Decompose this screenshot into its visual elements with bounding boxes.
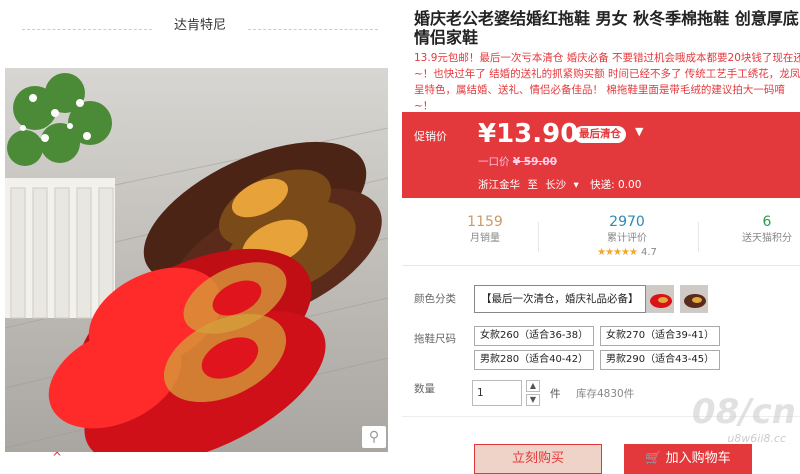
- color-thumb-brown[interactable]: [680, 285, 708, 313]
- ship-to-word: 至: [527, 179, 538, 191]
- rating: ★★★★★ 4.7: [562, 246, 692, 260]
- stat-points: 6 送天猫积分: [702, 212, 800, 246]
- chevron-up-icon[interactable]: ^: [52, 451, 66, 463]
- points-count: 6: [762, 214, 772, 230]
- quantity-label: 数量: [414, 383, 435, 395]
- chevron-down-icon[interactable]: ▾: [574, 179, 579, 191]
- stats-bar: 1159 月销量 2970 累计评价 ★★★★★ 4.7 6 送天猫积分: [402, 208, 800, 266]
- quantity-input[interactable]: 1: [472, 380, 522, 406]
- color-thumb-red[interactable]: [646, 285, 674, 313]
- product-subtitle: 13.9元包邮！最后一次亏本清仓 婚庆必备 不要错过机会哦成本都要20块钱了现在…: [414, 52, 800, 112]
- size-option[interactable]: 女款270（适合39-41）: [600, 326, 721, 346]
- buy-now-button[interactable]: 立刻购买: [474, 444, 602, 474]
- shipping-info: 浙江金华 至 长沙 ▾ 快递: 0.00: [478, 177, 645, 192]
- divider: [248, 29, 378, 30]
- slippers-illustration: [5, 68, 388, 452]
- points-label: 送天猫积分: [742, 233, 792, 244]
- ship-to-select[interactable]: 长沙 ▾: [545, 179, 583, 191]
- red-slipper-thumbnail: [647, 286, 673, 312]
- decrease-quantity-button[interactable]: ▼: [526, 394, 540, 406]
- promo-badge[interactable]: 最后清仓: [574, 126, 626, 143]
- add-to-cart-button[interactable]: 🛒 加入购物车: [624, 444, 752, 474]
- stat-reviews[interactable]: 2970 累计评价 ★★★★★ 4.7: [562, 212, 692, 260]
- magnifier-icon[interactable]: ⚲: [362, 426, 386, 448]
- ship-to[interactable]: 长沙: [545, 179, 566, 191]
- original-price-label: 一口价: [478, 156, 510, 168]
- sales-label: 月销量: [470, 233, 500, 244]
- quantity-unit: 件: [550, 388, 561, 400]
- divider: [538, 222, 539, 252]
- watermark-logo: 08/cn: [691, 392, 796, 432]
- product-title: 婚庆老公老婆结婚红拖鞋 男女 秋冬季棉拖鞋 创意厚底情侣家鞋: [414, 9, 799, 47]
- color-option-selected[interactable]: 【最后一次清仓，婚庆礼品必备】: [474, 285, 646, 313]
- brown-slipper-thumbnail: [681, 286, 707, 312]
- sales-count: 1159: [467, 214, 503, 230]
- watermark-url: u8w6ii8.cc: [727, 432, 786, 445]
- product-main-image[interactable]: [5, 68, 388, 452]
- review-count[interactable]: 2970: [562, 212, 692, 232]
- stock-count: 库存4830件: [576, 388, 635, 400]
- size-option[interactable]: 男款280（适合40-42）: [474, 350, 595, 370]
- original-price-value: ¥ 59.00: [512, 156, 558, 168]
- size-label: 拖鞋尺码: [414, 333, 456, 345]
- divider: [698, 222, 699, 252]
- rating-value: 4.7: [640, 247, 657, 258]
- star-rating-icon: ★★★★★: [597, 247, 638, 258]
- ship-from: 浙江金华: [478, 179, 520, 191]
- review-label: 累计评价: [607, 233, 647, 244]
- product-info: 婚庆老公老婆结婚红拖鞋 男女 秋冬季棉拖鞋 创意厚底情侣家鞋 13.9元包邮！最…: [402, 0, 800, 474]
- size-option[interactable]: 男款290（适合43-45）: [600, 350, 721, 370]
- stat-sales: 1159 月销量: [420, 212, 550, 246]
- express-fee: 快递: 0.00: [590, 179, 642, 191]
- increase-quantity-button[interactable]: ▲: [526, 380, 540, 392]
- original-price: 一口价 ¥ 59.00: [478, 154, 557, 169]
- chevron-down-icon[interactable]: ▼: [635, 125, 643, 138]
- color-label: 颜色分类: [414, 293, 456, 305]
- price-label: 促销价: [414, 130, 447, 143]
- size-option[interactable]: 女款260（适合36-38）: [474, 326, 595, 346]
- current-price: ¥13.90: [478, 119, 579, 149]
- product-gallery: 达肯特尼 ⚲ ^: [0, 0, 400, 464]
- price-panel: 促销价 ¥13.90 最后清仓 ▼ 一口价 ¥ 59.00 浙江金华 至 长沙 …: [402, 112, 800, 198]
- shop-name[interactable]: 达肯特尼: [0, 14, 400, 33]
